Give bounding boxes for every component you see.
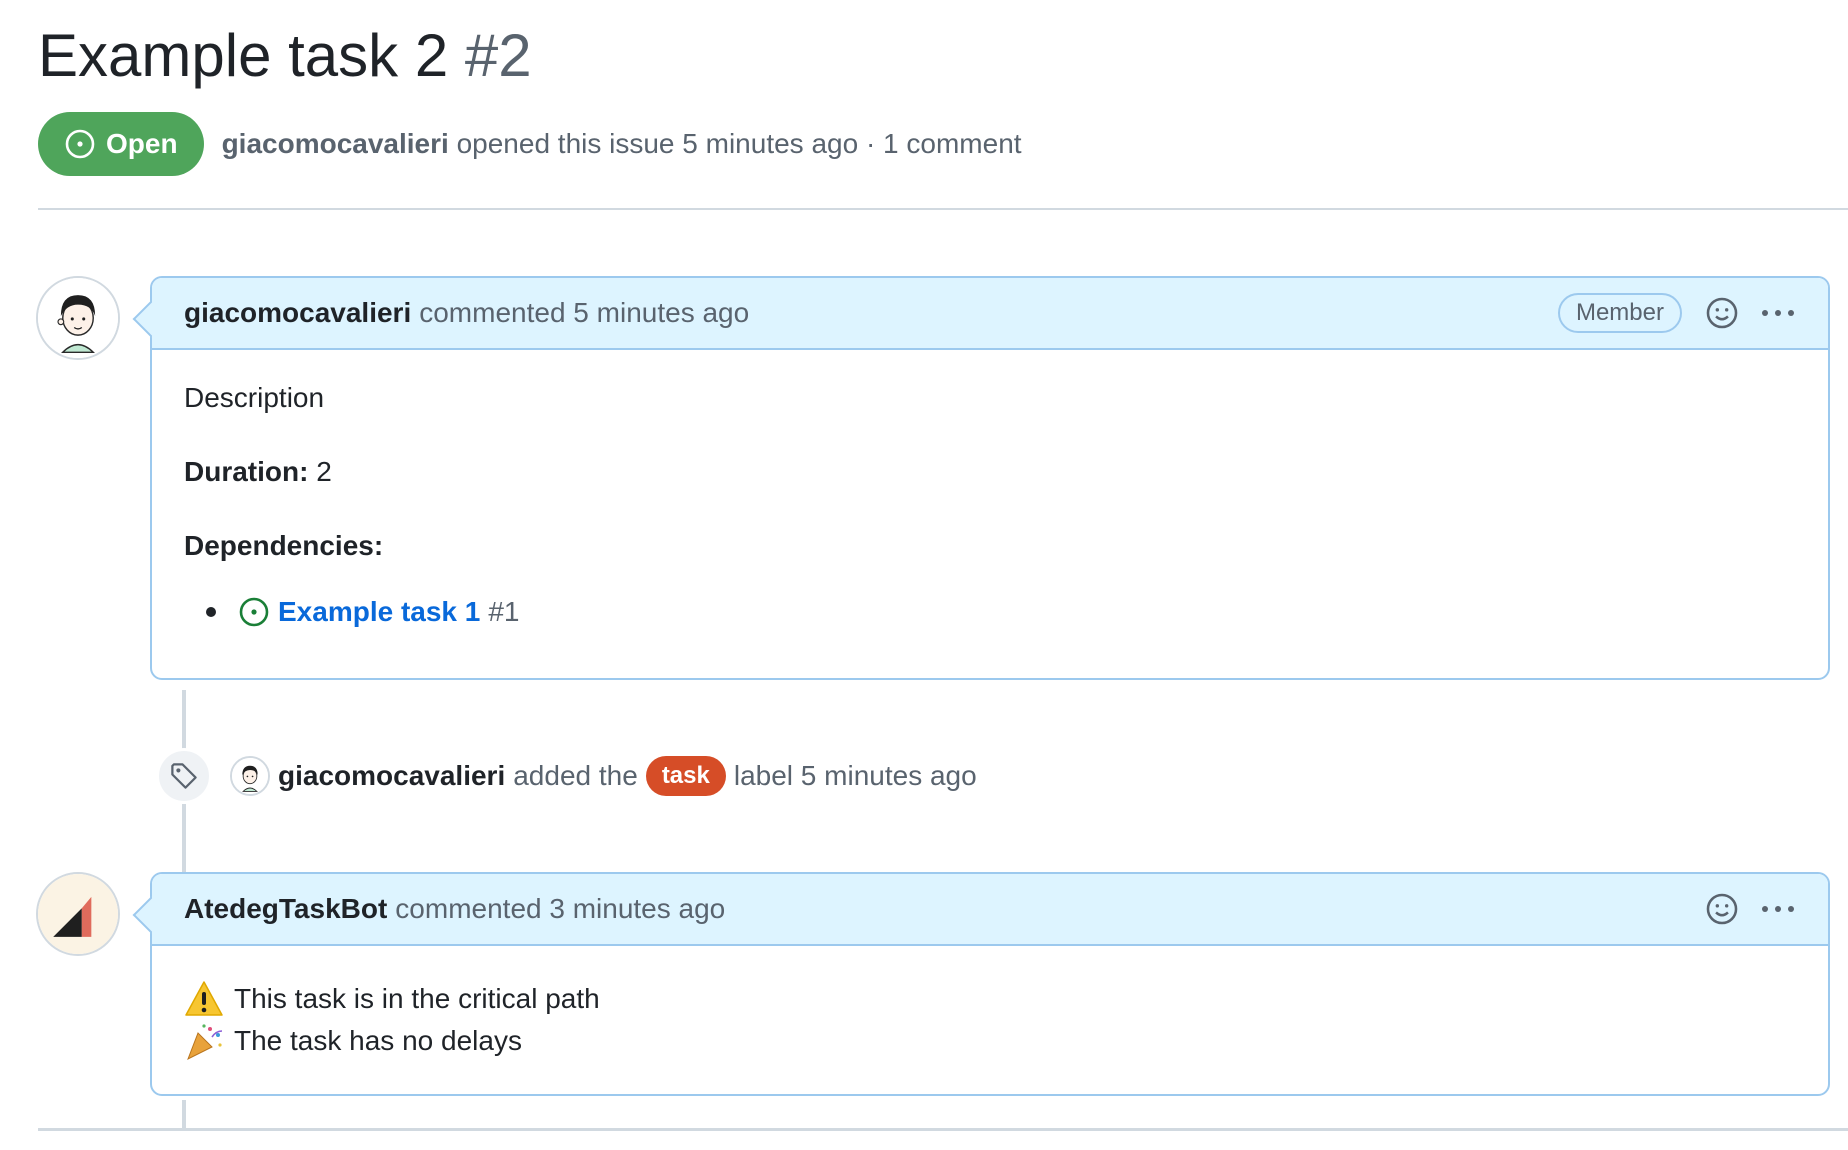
timeline-connector [182, 1100, 186, 1130]
dependency-link[interactable]: Example task 1 [278, 596, 480, 628]
kebab-horizontal-icon[interactable] [1758, 295, 1798, 331]
comment-author-link[interactable]: giacomocavalieri [184, 297, 411, 329]
issue-meta-text: opened this issue 5 minutes ago · 1 comm… [456, 128, 1022, 159]
avatar[interactable] [230, 756, 270, 796]
comment-author-link[interactable]: AtedegTaskBot [184, 893, 387, 925]
tag-icon [156, 748, 212, 804]
list-item: Example task 1 #1 [184, 592, 1796, 632]
comment-body: Description Duration: 2 Dependencies: Ex… [152, 350, 1828, 662]
comment-timestamp[interactable]: commented 3 minutes ago [395, 893, 725, 925]
issue-title-text: Example task 2 [38, 22, 449, 89]
comment-box: AtedegTaskBot commented 3 minutes ago Th… [150, 872, 1830, 1096]
bot-line-critical: This task is in the critical path [184, 978, 1796, 1020]
warning-emoji [184, 979, 224, 1019]
bot-line-text: This task is in the critical path [234, 983, 600, 1014]
comment-header: AtedegTaskBot commented 3 minutes ago [152, 874, 1828, 946]
kebab-horizontal-icon[interactable] [1758, 891, 1798, 927]
event-text-before: added the [513, 760, 638, 791]
smiley-icon[interactable] [1704, 295, 1740, 331]
event-text-after: label 5 minutes ago [733, 760, 977, 791]
issue-state-badge: Open [38, 112, 204, 176]
comment-header: giacomocavalieri commented 5 minutes ago… [152, 278, 1828, 350]
avatar[interactable] [36, 872, 120, 956]
dependencies-heading: Dependencies: [184, 528, 1796, 564]
bot-line-delays: The task has no delays [184, 1020, 1796, 1062]
issue-author-link[interactable]: giacomocavalieri [222, 128, 449, 159]
event-author-link[interactable]: giacomocavalieri [278, 760, 505, 792]
issue-title: Example task 2 #2 [38, 18, 532, 94]
issue-open-icon [238, 596, 270, 628]
timeline-connector [182, 690, 186, 750]
description-text: Description [184, 382, 325, 413]
avatar[interactable] [36, 276, 120, 360]
timeline-connector [182, 804, 186, 876]
issue-number: #2 [464, 22, 532, 89]
issue-state-label: Open [106, 128, 178, 159]
header-divider [38, 208, 1848, 210]
member-badge: Member [1557, 293, 1682, 333]
issue-open-icon [64, 128, 96, 160]
comment-timestamp[interactable]: commented 5 minutes ago [419, 297, 749, 329]
dependencies-label: Dependencies: [184, 530, 384, 561]
duration-line: Duration: 2 [184, 454, 1796, 490]
duration-value: 2 [316, 456, 332, 487]
issue-state-row: Open giacomocavalieri opened this issue … [38, 112, 1022, 176]
bot-line-text: The task has no delays [234, 1025, 522, 1056]
label-task[interactable]: task [645, 756, 726, 796]
issue-meta: giacomocavalieri opened this issue 5 min… [222, 128, 1022, 160]
duration-label: Duration: [184, 456, 309, 487]
party-popper-emoji [184, 1021, 224, 1061]
issue-page: Example task 2 #2 Open giacomocavalieri … [0, 0, 1848, 1150]
label-event: giacomocavalieri added the task label 5 … [156, 748, 977, 804]
smiley-icon[interactable] [1704, 891, 1740, 927]
bottom-divider [38, 1128, 1848, 1131]
dependency-number: #1 [488, 596, 520, 627]
dependencies-list: Example task 1 #1 [184, 592, 1796, 632]
comment-box: giacomocavalieri commented 5 minutes ago… [150, 276, 1830, 680]
comment-body: This task is in the critical path The ta… [152, 946, 1828, 1092]
bullet [206, 607, 216, 617]
